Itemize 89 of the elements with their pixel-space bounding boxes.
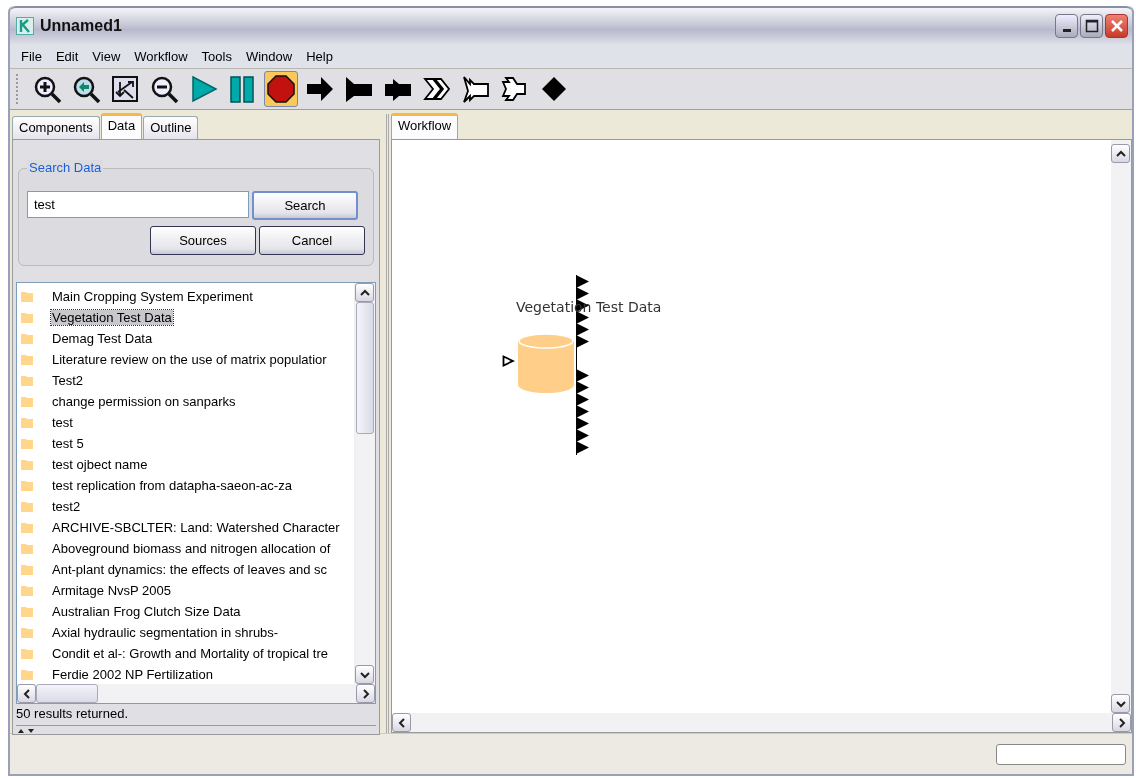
minimize-icon <box>1062 28 1071 32</box>
horizontal-scrollbar[interactable] <box>17 684 375 703</box>
list-item[interactable]: test 5 <box>51 436 85 451</box>
scroll-up-button[interactable] <box>355 283 374 302</box>
up-chevron-icon <box>1115 149 1126 158</box>
window-title: Unnamed1 <box>40 17 123 35</box>
folder-icon <box>21 375 33 386</box>
search-field[interactable]: test <box>27 191 249 218</box>
list-item[interactable]: Armitage NvsP 2005 <box>51 583 172 598</box>
scroll-thumb[interactable] <box>36 684 98 703</box>
sources-button[interactable]: Sources <box>150 226 256 255</box>
folder-icon <box>21 312 33 323</box>
folder-icon <box>21 648 33 659</box>
scroll-right-button[interactable] <box>356 684 375 703</box>
menu-item[interactable]: Workflow <box>127 48 195 64</box>
menu-item[interactable]: View <box>85 48 128 64</box>
list-item[interactable]: Demag Test Data <box>51 331 154 346</box>
list-item[interactable]: Aboveground biomass and nitrogen allocation of <box>51 541 332 556</box>
list-item[interactable]: test <box>51 415 74 430</box>
list-item[interactable]: Condit et al-: Growth and Mortality of tropical tre <box>51 646 329 661</box>
scroll-up-button[interactable] <box>1111 144 1130 163</box>
cancel-button[interactable]: Cancel <box>259 226 365 255</box>
horizontal-scrollbar[interactable] <box>392 713 1131 732</box>
menu-item[interactable]: File <box>14 48 49 64</box>
scroll-down-button[interactable] <box>1111 694 1130 713</box>
input-port-icon[interactable] <box>502 355 515 367</box>
results-count: 50 results returned. <box>16 704 376 726</box>
scroll-left-button[interactable] <box>17 684 36 703</box>
folder-icon <box>21 585 33 596</box>
list-item[interactable]: Test2 <box>51 373 85 388</box>
down-chevron-icon <box>359 670 370 679</box>
app-logo-icon <box>16 17 34 35</box>
list-item[interactable]: Ant-plant dynamics: the effects of leaves and sc <box>51 562 329 577</box>
maximize-button[interactable] <box>1080 14 1103 38</box>
tab[interactable]: Data <box>100 113 143 139</box>
list-item[interactable]: Australian Frog Clutch Size Data <box>51 604 242 619</box>
folder-icon <box>21 396 33 407</box>
list-item[interactable]: Literature review on the use of matrix populatior <box>51 352 328 367</box>
list-item[interactable]: ARCHIVE-SBCLTER: Land: Watershed Character <box>51 520 341 535</box>
right-chevron-icon <box>361 688 370 699</box>
folder-icon <box>21 501 33 512</box>
menu-item[interactable]: Edit <box>48 48 86 64</box>
menu-item[interactable]: Tools <box>194 48 239 64</box>
folder-icon <box>21 522 33 533</box>
list-item[interactable]: Ferdie 2002 NP Fertilization <box>51 667 214 682</box>
up-chevron-icon <box>359 288 370 297</box>
close-icon <box>1109 19 1124 33</box>
scroll-left-button[interactable] <box>392 713 411 732</box>
splitter-arrows-icon[interactable] <box>16 728 36 734</box>
list-item[interactable]: Main Cropping System Experiment <box>51 289 254 304</box>
left-chevron-icon <box>22 688 31 699</box>
folder-icon <box>21 354 33 365</box>
stop-button[interactable] <box>264 71 298 107</box>
folder-icon <box>21 543 33 554</box>
maximize-icon <box>1084 19 1099 33</box>
minimize-button[interactable] <box>1055 14 1078 38</box>
scroll-down-button[interactable] <box>355 665 374 684</box>
close-button[interactable] <box>1105 14 1128 38</box>
list-item[interactable]: test replication from datapha-saeon-ac-za <box>51 478 293 493</box>
folder-icon <box>21 417 33 428</box>
folder-icon <box>21 438 33 449</box>
down-chevron-icon <box>1115 699 1126 708</box>
left-chevron-icon <box>397 717 406 728</box>
search-button[interactable]: Search <box>252 191 358 220</box>
folder-icon <box>21 291 33 302</box>
list-item[interactable]: test ojbect name <box>51 457 149 472</box>
folder-icon <box>21 564 33 575</box>
folder-icon <box>21 606 33 617</box>
tab[interactable]: Workflow <box>391 113 459 139</box>
menu-item[interactable]: Window <box>238 48 300 64</box>
toolbar-grip[interactable] <box>16 74 21 104</box>
group-legend: Search Data <box>27 160 104 175</box>
tab[interactable]: Components <box>12 116 100 139</box>
menu-item[interactable]: Help <box>299 48 340 64</box>
scroll-right-button[interactable] <box>1112 713 1131 732</box>
folder-icon <box>21 480 33 491</box>
list-item[interactable]: test2 <box>51 499 82 514</box>
folder-icon <box>21 627 33 638</box>
list-item[interactable]: Axial hydraulic segmentation in shrubs- <box>51 625 280 640</box>
vertical-scrollbar[interactable] <box>354 283 375 684</box>
list-item[interactable]: change permission on sanparks <box>51 394 237 409</box>
list-item[interactable]: Vegetation Test Data <box>51 310 173 325</box>
right-chevron-icon <box>1117 717 1126 728</box>
vertical-scrollbar[interactable] <box>1111 140 1131 713</box>
folder-icon <box>21 459 33 470</box>
folder-icon <box>21 333 33 344</box>
folder-icon <box>21 669 33 680</box>
tab[interactable]: Outline <box>143 116 199 139</box>
scroll-thumb[interactable] <box>356 302 374 434</box>
